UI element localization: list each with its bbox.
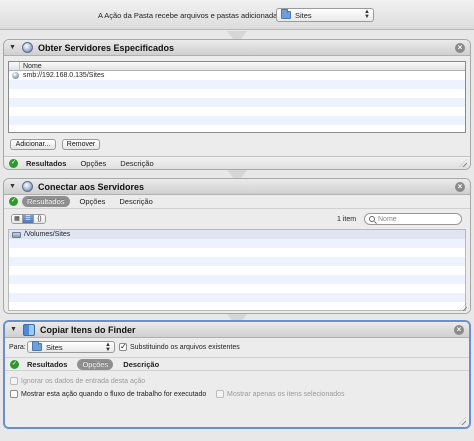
table-rows: smb://192.168.0.135/Sites [9, 71, 465, 132]
table-row[interactable]: /Volumes/Sites [9, 230, 465, 239]
replace-existing-row: Substituindo os arquivos existentes [119, 342, 240, 351]
tab-results[interactable]: Resultados [22, 158, 70, 169]
view-mode-segment[interactable]: ▦ ☰ {} [11, 214, 46, 224]
action-copy-finder-items: ▼ Copiar Itens do Finder × Para: Sites ▲… [3, 320, 471, 429]
search-input[interactable]: Nome [364, 213, 462, 225]
remove-button[interactable]: Remover [62, 139, 100, 150]
item-count: 1 item [337, 216, 357, 223]
action-tabs: ✓ Resultados Opções Descrição [5, 357, 469, 371]
table-row[interactable] [9, 293, 465, 302]
servers-table[interactable]: Nome smb://192.168.0.135/Sites [8, 61, 466, 133]
server-globe-icon [22, 42, 33, 53]
code-view-icon[interactable]: {} [34, 215, 45, 223]
list-view-icon[interactable]: ☰ [23, 215, 34, 223]
action-body: Nome smb://192.168.0.135/Sites Adicionar… [4, 56, 470, 156]
folder-icon [32, 341, 42, 351]
check-icon: ✓ [9, 158, 18, 168]
grid-view-icon[interactable]: ▦ [12, 215, 23, 223]
table-row[interactable] [9, 80, 465, 89]
action-header[interactable]: ▼ Conectar aos Servidores × [4, 179, 470, 195]
folder-select-value: Sites [295, 10, 312, 20]
show-when-run-row: Mostrar esta ação quando o fluxo de trab… [10, 390, 206, 398]
close-icon[interactable]: × [455, 43, 465, 53]
table-row[interactable] [9, 116, 465, 125]
close-icon[interactable]: × [454, 325, 464, 335]
check-icon: ✓ [10, 359, 19, 369]
action-get-servers: ▼ Obter Servidores Especificados × Nome … [3, 39, 471, 170]
table-row[interactable] [9, 284, 465, 293]
action-header[interactable]: ▼ Obter Servidores Especificados × [4, 40, 470, 56]
action-title: Copiar Itens do Finder [40, 324, 136, 335]
server-icon [12, 72, 19, 79]
action-header[interactable]: ▼ Copiar Itens do Finder × [5, 322, 469, 338]
tab-description[interactable]: Descrição [119, 359, 163, 370]
tab-options[interactable]: Opções [76, 158, 110, 169]
show-selected-row: Mostrar apenas os itens selecionados [216, 390, 345, 398]
table-row[interactable] [9, 275, 465, 284]
column-header-name[interactable]: Nome [9, 62, 465, 71]
workflow-header: A Ação da Pasta recebe arquivos e pastas… [0, 0, 474, 30]
search-icon [369, 216, 375, 222]
ignore-input-label: Ignorar os dados de entrada desta ação [21, 377, 146, 385]
action-tabs: ✓ Resultados Opções Descrição [4, 195, 470, 209]
table-row[interactable] [9, 266, 465, 275]
action-title: Conectar aos Servidores [38, 181, 145, 192]
tab-description[interactable]: Descrição [116, 158, 157, 169]
row-text: /Volumes/Sites [24, 231, 71, 238]
disclosure-triangle-icon[interactable]: ▼ [10, 326, 18, 333]
show-when-run-checkbox[interactable] [10, 390, 18, 398]
check-icon: ✓ [9, 197, 18, 206]
finder-icon [23, 323, 35, 336]
disk-icon [12, 231, 21, 238]
table-row[interactable] [9, 257, 465, 266]
search-placeholder: Nome [378, 215, 397, 223]
options-panel: Ignorar os dados de entrada desta ação M… [5, 371, 469, 427]
show-selected-checkbox[interactable] [216, 390, 224, 398]
action-footer-tabs: ✓ Resultados Opções Descrição [4, 156, 470, 169]
table-row[interactable] [9, 239, 465, 248]
replace-existing-label: Substituindo os arquivos existentes [130, 343, 240, 351]
table-row[interactable] [9, 125, 465, 132]
table-row[interactable] [9, 89, 465, 98]
table-row[interactable] [9, 98, 465, 107]
show-when-run-label: Mostrar esta ação quando o fluxo de trab… [21, 390, 207, 398]
show-selected-label: Mostrar apenas os itens selecionados [227, 390, 345, 398]
flow-connector [227, 31, 247, 39]
table-row[interactable]: smb://192.168.0.135/Sites [9, 71, 465, 80]
ignore-input-checkbox[interactable] [10, 377, 18, 385]
table-row[interactable] [9, 107, 465, 116]
resize-grip-icon[interactable] [458, 417, 466, 425]
tab-description[interactable]: Descrição [115, 196, 156, 207]
disclosure-triangle-icon[interactable]: ▼ [9, 183, 17, 190]
tab-results[interactable]: Resultados [22, 196, 70, 207]
tab-results[interactable]: Resultados [23, 359, 71, 370]
to-label: Para: [9, 344, 26, 351]
replace-existing-checkbox[interactable] [119, 342, 127, 351]
action-connect-servers: ▼ Conectar aos Servidores × ✓ Resultados… [3, 178, 471, 314]
action-body: ▦ ☰ {} 1 item Nome /Volumes/Sites [4, 209, 470, 313]
action-title: Obter Servidores Especificados [38, 42, 175, 53]
popup-arrows-icon: ▲ ▼ [105, 342, 111, 353]
flow-connector [227, 170, 247, 178]
close-icon[interactable]: × [455, 182, 465, 192]
tab-options[interactable]: Opções [76, 196, 110, 207]
resize-grip-icon[interactable] [459, 159, 467, 167]
folder-select[interactable]: Sites ▲ ▼ [276, 8, 374, 22]
action-body: Para: Sites ▲▼ Substituindo os arquivos … [5, 338, 469, 357]
row-text: smb://192.168.0.135/Sites [23, 72, 105, 79]
destination-select-value: Sites [46, 342, 63, 352]
add-button[interactable]: Adicionar... [10, 139, 56, 150]
tab-options[interactable]: Opções [77, 358, 114, 370]
popup-arrows-icon: ▲ ▼ [364, 9, 370, 20]
server-globe-icon [22, 181, 33, 192]
folder-icon [281, 9, 291, 19]
ignore-input-row: Ignorar os dados de entrada desta ação [10, 377, 145, 385]
disclosure-triangle-icon[interactable]: ▼ [9, 44, 17, 51]
table-row[interactable] [9, 248, 465, 257]
results-table[interactable]: /Volumes/Sites [8, 229, 466, 311]
folder-action-label: A Ação da Pasta recebe arquivos e pastas… [98, 11, 288, 20]
destination-select[interactable]: Sites ▲ ▼ [27, 341, 115, 353]
